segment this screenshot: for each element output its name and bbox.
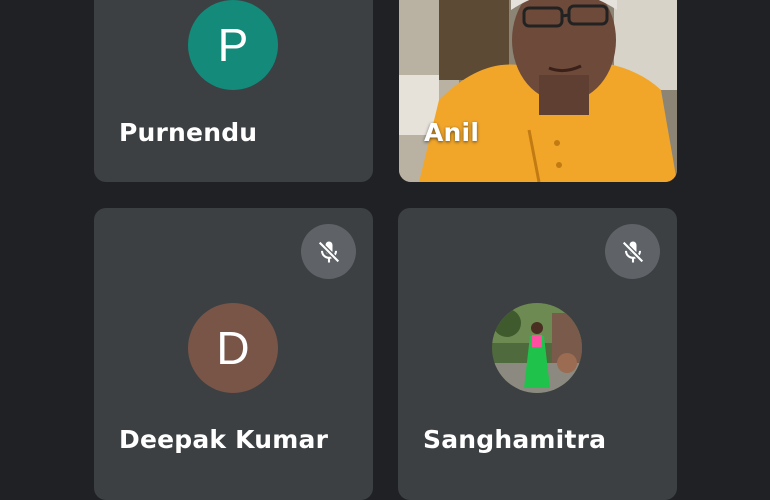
avatar-initial: D bbox=[216, 322, 250, 374]
mic-off-icon bbox=[317, 240, 340, 263]
participant-name: Purnendu bbox=[119, 118, 258, 147]
participant-tile-purnendu[interactable]: P Purnendu bbox=[94, 0, 373, 182]
participant-name: Deepak Kumar bbox=[119, 425, 329, 454]
avatar-initial: P bbox=[217, 19, 249, 71]
avatar-deepak-kumar: D bbox=[188, 303, 278, 393]
participant-tile-anil[interactable]: Anil bbox=[399, 0, 677, 182]
mic-off-icon bbox=[621, 240, 644, 263]
muted-badge bbox=[605, 224, 660, 279]
participant-tile-sanghamitra[interactable]: Sanghamitra bbox=[398, 208, 677, 500]
participant-name: Anil bbox=[424, 118, 480, 147]
muted-badge bbox=[301, 224, 356, 279]
participant-name: Sanghamitra bbox=[423, 425, 607, 454]
video-feed bbox=[399, 0, 677, 182]
avatar-sanghamitra-photo bbox=[492, 303, 582, 393]
participant-tile-deepak-kumar[interactable]: D Deepak Kumar bbox=[94, 208, 373, 500]
avatar-purnendu: P bbox=[188, 0, 278, 90]
